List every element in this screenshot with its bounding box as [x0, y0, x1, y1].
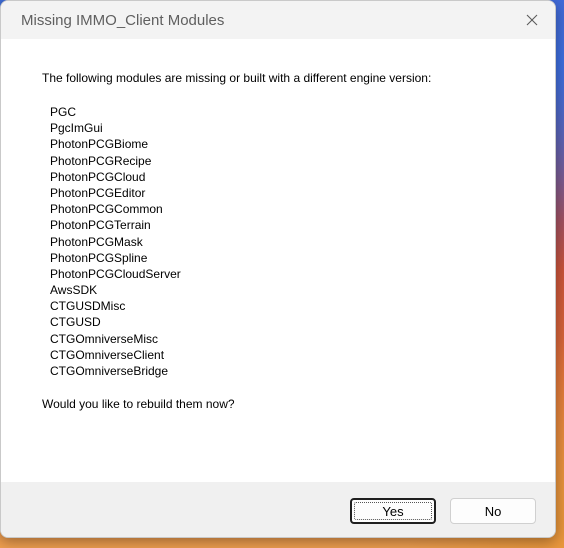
focus-rectangle: [354, 502, 432, 520]
module-item: AwsSDK: [50, 283, 98, 298]
module-item: PhotonPCGRecipe: [50, 153, 152, 168]
module-item: PGC: [50, 105, 77, 119]
no-button[interactable]: No: [450, 498, 536, 524]
intro-text: The following modules are missing or bui…: [42, 71, 432, 85]
module-list: PGC PgcImGui PhotonPCGBiome PhotonPCGRecipe…: [50, 104, 181, 379]
module-item: PhotonPCGCommon: [50, 202, 163, 217]
close-icon: [526, 14, 538, 26]
window-title: Missing IMMO_Client Modules: [21, 12, 225, 29]
module-item: PhotonPCGMask: [50, 234, 143, 249]
module-item: PhotonPCGSpline: [50, 250, 148, 265]
question-text: Would you like to rebuild them now?: [42, 397, 235, 411]
module-item: PhotonPCGEditor: [50, 185, 146, 200]
module-item: CTGOmniverseClient: [50, 347, 165, 362]
module-item: CTGOmniverseMisc: [50, 331, 159, 346]
no-button-label: No: [484, 503, 502, 519]
module-item: PhotonPCGTerrain: [50, 218, 151, 233]
module-item: CTGUSD: [50, 315, 101, 330]
module-item: PgcImGui: [50, 121, 103, 136]
dialog-content: The following modules are missing or bui…: [1, 39, 555, 482]
close-button[interactable]: [509, 1, 555, 39]
module-item: PhotonPCGCloudServer: [50, 266, 181, 281]
title-bar[interactable]: Missing IMMO_Client Modules: [1, 1, 555, 39]
message-dialog: Missing IMMO_Client Modules The followin…: [0, 0, 556, 538]
module-item: PhotonPCGCloud: [50, 169, 146, 184]
module-item: CTGUSDMisc: [50, 299, 126, 314]
module-item: PhotonPCGBiome: [50, 137, 149, 152]
button-bar: Yes No: [1, 482, 555, 537]
yes-button[interactable]: Yes: [350, 498, 436, 524]
module-item: CTGOmniverseBridge: [50, 364, 169, 378]
